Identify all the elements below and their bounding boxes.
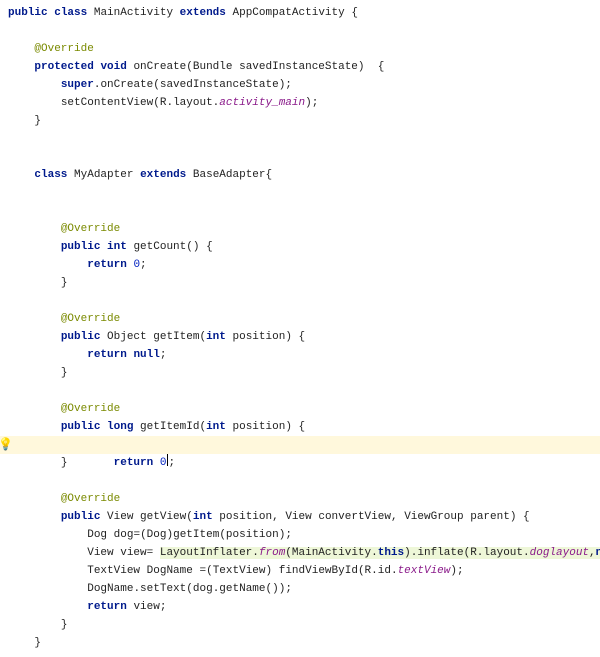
code-line[interactable]: protected void onCreate(Bundle savedInst… — [0, 58, 600, 76]
annotation: @Override — [34, 43, 93, 55]
code-line[interactable]: public long getItemId(int position) { — [0, 418, 600, 436]
method-name: onCreate — [133, 61, 186, 73]
code-line[interactable]: super.onCreate(savedInstanceState); — [0, 76, 600, 94]
code-editor[interactable]: public class MainActivity extends AppCom… — [0, 0, 600, 657]
code-line[interactable]: @Override — [0, 400, 600, 418]
code-line[interactable] — [0, 148, 600, 166]
code-line[interactable]: return null; — [0, 346, 600, 364]
code-line[interactable]: public class MainActivity extends AppCom… — [0, 4, 600, 22]
code-line-current[interactable]: 💡 return 0; — [0, 436, 600, 454]
code-line[interactable]: @Override — [0, 220, 600, 238]
code-line[interactable]: public int getCount() { — [0, 238, 600, 256]
annotation: @Override — [61, 313, 120, 325]
code-line[interactable]: View view= LayoutInflater.from(MainActiv… — [0, 544, 600, 562]
code-line[interactable] — [0, 130, 600, 148]
code-line[interactable]: public Object getItem(int position) { — [0, 328, 600, 346]
keyword: class — [54, 7, 87, 19]
keyword: class — [34, 169, 67, 181]
brace: { — [351, 7, 358, 19]
code-line[interactable]: @Override — [0, 40, 600, 58]
code-line[interactable] — [0, 382, 600, 400]
inspection-highlight: LayoutInflater.from(MainActivity.this).i… — [160, 547, 600, 559]
code-line[interactable]: Dog dog=(Dog)getItem(position); — [0, 526, 600, 544]
field-ref: activity_main — [219, 97, 305, 109]
code-line[interactable]: TextView DogName =(TextView) findViewByI… — [0, 562, 600, 580]
code-line[interactable]: return 0; — [0, 256, 600, 274]
code-line[interactable]: } — [0, 616, 600, 634]
annotation: @Override — [61, 493, 120, 505]
class-name: MyAdapter — [74, 169, 133, 181]
annotation: @Override — [61, 223, 120, 235]
code-line[interactable]: setContentView(R.layout.activity_main); — [0, 94, 600, 112]
code-line[interactable] — [0, 22, 600, 40]
code-line[interactable] — [0, 292, 600, 310]
code-line[interactable] — [0, 652, 600, 657]
code-line[interactable] — [0, 472, 600, 490]
code-line[interactable]: } — [0, 112, 600, 130]
class-name: AppCompatActivity — [233, 7, 345, 19]
keyword: super — [61, 79, 94, 91]
code-line[interactable]: @Override — [0, 310, 600, 328]
code-line[interactable]: } — [0, 274, 600, 292]
code-line[interactable] — [0, 184, 600, 202]
class-name: MainActivity — [94, 7, 173, 19]
code-line[interactable]: @Override — [0, 490, 600, 508]
code-line[interactable]: } — [0, 364, 600, 382]
keyword: extends — [180, 7, 226, 19]
code-line[interactable]: public View getView(int position, View c… — [0, 508, 600, 526]
intention-bulb-icon[interactable]: 💡 — [0, 436, 12, 454]
keyword: public — [8, 7, 48, 19]
annotation: @Override — [61, 403, 120, 415]
keyword: protected — [34, 61, 93, 73]
keyword: extends — [140, 169, 186, 181]
code-line[interactable] — [0, 202, 600, 220]
code-line[interactable]: return view; — [0, 598, 600, 616]
code-line[interactable]: class MyAdapter extends BaseAdapter{ — [0, 166, 600, 184]
code-line[interactable]: } — [0, 634, 600, 652]
code-line[interactable]: DogName.setText(dog.getName()); — [0, 580, 600, 598]
keyword: void — [100, 61, 126, 73]
